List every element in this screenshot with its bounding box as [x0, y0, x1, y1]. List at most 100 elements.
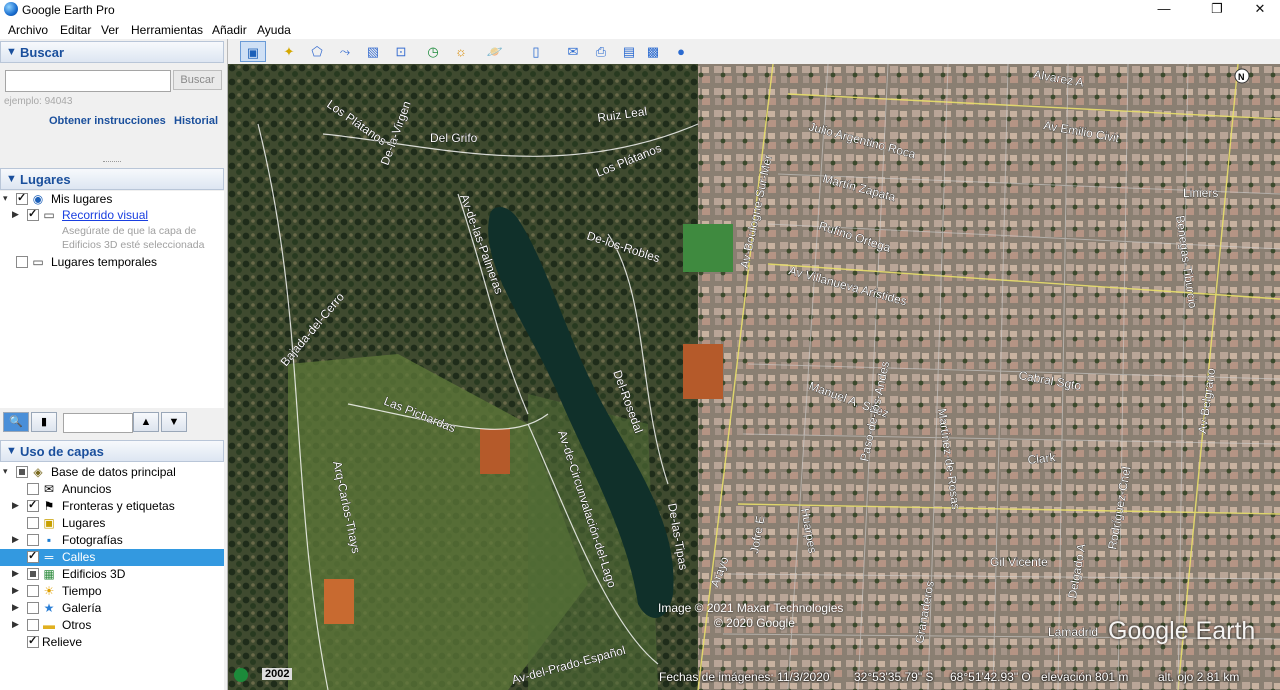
expand-arrow-icon[interactable]: ▶ — [12, 585, 19, 596]
layer-otros[interactable]: ▶ ▬ Otros — [0, 617, 224, 634]
tree-label: Fronteras y etiquetas — [62, 499, 175, 513]
checkbox[interactable] — [16, 256, 28, 268]
menu-ver[interactable]: Ver — [101, 23, 119, 37]
add-placemark-icon[interactable]: ✦ — [278, 41, 300, 62]
checkbox[interactable] — [27, 517, 39, 529]
add-overlay-icon[interactable]: ▧ — [362, 41, 384, 62]
planets-icon[interactable]: 🪐 — [484, 41, 506, 62]
menu-editar[interactable]: Editar — [60, 23, 91, 37]
places-filter-input[interactable] — [63, 413, 133, 433]
menu-anadir[interactable]: Añadir — [212, 23, 247, 37]
add-path-icon[interactable]: ⤳ — [334, 41, 356, 62]
resize-grip[interactable] — [103, 161, 121, 164]
layer-tiempo[interactable]: ▶ ☀ Tiempo — [0, 583, 224, 600]
tree-item-temporary-places[interactable]: ▭ Lugares temporales — [0, 254, 224, 271]
sidebar-toggle-icon[interactable]: ▣ — [240, 41, 266, 62]
tree-label: Calles — [62, 550, 96, 564]
move-up-icon[interactable]: ▲ — [133, 412, 159, 432]
layer-calles[interactable]: ═ Calles — [0, 549, 224, 566]
layer-root[interactable]: ▾ ◈ Base de datos principal — [0, 464, 224, 481]
minimize-button[interactable]: — — [1141, 0, 1187, 20]
menu-ayuda[interactable]: Ayuda — [257, 23, 291, 37]
imagery-year-badge[interactable]: 2002 — [262, 668, 293, 680]
layers-header-label: Uso de capas — [20, 444, 104, 459]
road-icon: ═ — [44, 550, 54, 564]
checkbox[interactable] — [27, 207, 39, 221]
search-places-icon[interactable]: 🔍 — [3, 412, 29, 432]
layer-galeria[interactable]: ▶ ★ Galería — [0, 600, 224, 617]
map-view[interactable]: Los Plátanos Del Grifo Ruiz Leal Los Plá… — [228, 64, 1280, 690]
layers-panel-header[interactable]: ▼ Uso de capas — [0, 440, 224, 462]
menu-herramientas[interactable]: Herramientas — [131, 23, 203, 37]
collapse-triangle-icon[interactable]: ▼ — [6, 173, 17, 185]
maximize-button[interactable]: ❐ — [1194, 0, 1240, 20]
tree-label: Edificios 3D — [62, 567, 126, 581]
close-button[interactable]: ✕ — [1237, 0, 1280, 20]
search-button[interactable]: Buscar — [173, 70, 222, 90]
ruler-icon[interactable]: ▯ — [525, 41, 547, 62]
email-icon[interactable]: ✉ — [562, 41, 584, 62]
places-icon: ▣ — [43, 516, 55, 530]
add-polygon-icon[interactable]: ⬠ — [306, 41, 328, 62]
layers-tree: ▾ ◈ Base de datos principal ✉ Anuncios ▶… — [0, 462, 224, 690]
attribution-google: © 2020 Google — [714, 616, 795, 630]
search-header-label: Buscar — [20, 45, 65, 60]
checkbox[interactable] — [16, 466, 28, 478]
expand-arrow-icon[interactable]: ▶ — [12, 568, 19, 579]
expand-arrow-icon[interactable]: ▶ — [12, 500, 19, 511]
places-panel-header[interactable]: ▼ Lugares — [0, 168, 224, 190]
folder-icon: ▭ — [32, 255, 44, 269]
historical-clock-icon[interactable] — [234, 668, 248, 682]
historical-imagery-icon[interactable]: ◷ — [422, 41, 444, 62]
road-label: Lamadrid — [1048, 625, 1098, 639]
expand-arrow-icon[interactable]: ▶ — [12, 209, 19, 220]
latitude-readout: 32°53'35.79" S — [854, 670, 934, 684]
move-down-icon[interactable]: ▼ — [161, 412, 187, 432]
layer-relieve[interactable]: Relieve — [0, 634, 224, 651]
menu-archivo[interactable]: Archivo — [8, 23, 48, 37]
tree-label: Relieve — [42, 635, 83, 649]
checkbox[interactable] — [27, 602, 39, 614]
collapse-arrow-icon[interactable]: ▾ — [3, 193, 8, 204]
expand-arrow-icon[interactable]: ▶ — [12, 619, 19, 630]
checkbox[interactable] — [27, 534, 39, 546]
layer-anuncios[interactable]: ✉ Anuncios — [0, 481, 224, 498]
checkbox[interactable] — [27, 568, 39, 580]
tree-item-tour[interactable]: ▶ ▭ Recorrido visual — [0, 207, 224, 224]
layer-edificios-3d[interactable]: ▶ ▦ Edificios 3D — [0, 566, 224, 583]
print-icon[interactable]: ⎙ — [590, 41, 612, 62]
tree-item-my-places[interactable]: ▾ ◉ Mis lugares — [0, 191, 224, 208]
layer-lugares[interactable]: ▣ Lugares — [0, 515, 224, 532]
checkbox[interactable] — [27, 634, 39, 648]
map-toolbar: ▣ ✦ ⬠ ⤳ ▧ ⊡ ◷ ☼ 🪐 ▯ ✉ ⎙ ▤ ▩ ● — [228, 39, 1280, 64]
road-label: Gil Vicente — [990, 555, 1048, 569]
view-in-maps-icon[interactable]: ▩ — [642, 41, 664, 62]
layer-fronteras[interactable]: ▶ ⚑ Fronteras y etiquetas — [0, 498, 224, 515]
attribution-imagery: Image © 2021 Maxar Technologies — [658, 601, 844, 615]
history-link[interactable]: Historial — [174, 115, 218, 127]
collapse-arrow-icon[interactable]: ▾ — [3, 466, 8, 477]
search-panel-header[interactable]: ▼ Buscar — [0, 41, 224, 63]
collapse-triangle-icon[interactable]: ▼ — [6, 445, 17, 457]
search-example-hint: ejemplo: 94043 — [4, 96, 73, 107]
directions-link[interactable]: Obtener instrucciones — [49, 115, 166, 127]
checkbox[interactable] — [27, 549, 39, 563]
checkbox[interactable] — [16, 191, 28, 205]
earth-gallery-icon[interactable]: ● — [670, 41, 692, 62]
search-input[interactable] — [5, 70, 171, 92]
eye-altitude-readout: alt. ojo 2.81 km — [1158, 670, 1240, 684]
record-tour-icon[interactable]: ⊡ — [390, 41, 412, 62]
tour-link[interactable]: Recorrido visual — [62, 208, 148, 222]
sidebar-toggle-icon[interactable]: ▮ — [31, 412, 57, 432]
collapse-triangle-icon[interactable]: ▼ — [6, 46, 17, 58]
checkbox[interactable] — [27, 619, 39, 631]
checkbox[interactable] — [27, 585, 39, 597]
sunlight-icon[interactable]: ☼ — [450, 41, 472, 62]
expand-arrow-icon[interactable]: ▶ — [12, 602, 19, 613]
checkbox[interactable] — [27, 498, 39, 512]
expand-arrow-icon[interactable]: ▶ — [12, 534, 19, 545]
layer-fotografias[interactable]: ▶ ▪ Fotografías — [0, 532, 224, 549]
checkbox[interactable] — [27, 483, 39, 495]
save-image-icon[interactable]: ▤ — [618, 41, 640, 62]
compass-letter: N — [1238, 72, 1245, 82]
